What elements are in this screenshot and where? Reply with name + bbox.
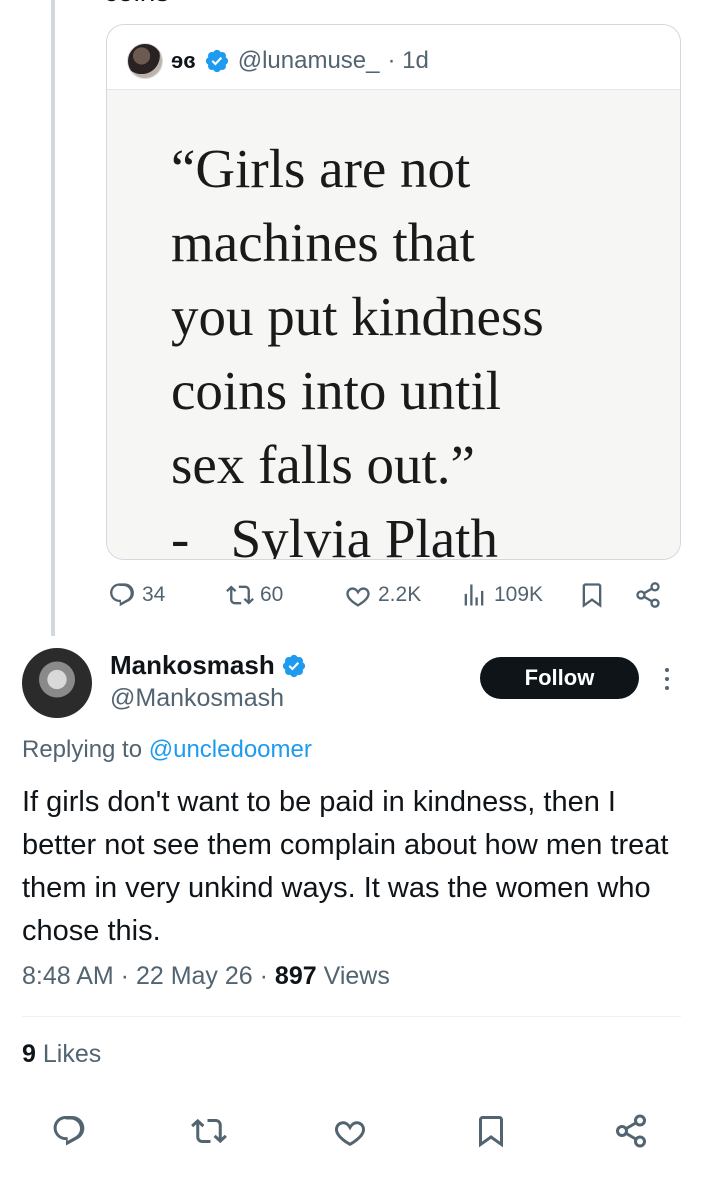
reply-count: 34 (142, 583, 166, 606)
likes-summary[interactable]: 9 Likes (22, 1040, 101, 1069)
share-icon (616, 1114, 646, 1148)
views-label: Views (323, 962, 390, 990)
likes-count: 9 (22, 1040, 36, 1068)
thread-line (51, 0, 55, 636)
quoted-tweet-stats: 34 60 2.2K 109K (106, 574, 681, 616)
repost-icon (226, 585, 254, 605)
verified-icon (282, 654, 305, 677)
views-stat[interactable]: 109K (460, 581, 543, 609)
avatar[interactable] (22, 648, 92, 718)
replying-to: Replying to @uncledoomer (22, 736, 312, 764)
tweet-text: If girls don't want to be paid in kindne… (22, 786, 669, 947)
tweet-actions (22, 1108, 682, 1154)
tweet-date[interactable]: 22 May 26 (136, 962, 253, 990)
like-icon (335, 1121, 365, 1147)
quoted-time: · 1d (387, 47, 429, 74)
author-name-row[interactable]: Mankosmash (110, 650, 307, 681)
tweet-header: Mankosmash @Mankosmash Follow (22, 648, 682, 718)
divider (22, 1016, 681, 1017)
quoted-handle: @lunamuse_ (237, 47, 380, 74)
bookmark-icon (479, 1116, 503, 1148)
repost-icon (191, 1118, 227, 1144)
reply-icon (110, 583, 134, 607)
repost-button[interactable] (186, 1108, 232, 1154)
reply-stat[interactable]: 34 (108, 581, 165, 609)
like-count: 2.2K (378, 583, 422, 606)
tweet-time[interactable]: 8:48 AM (22, 962, 114, 990)
quoted-tweet-header: ɘɞ @lunamuse_ · 1d (127, 43, 429, 79)
previous-tweet-fragment: coins (104, 0, 169, 6)
replying-prefix: Replying to (22, 736, 149, 763)
views-count: 109K (494, 583, 544, 606)
author-handle[interactable]: @Mankosmash (110, 684, 284, 713)
quoted-image-text: “Girls are not machines that you put kin… (171, 138, 544, 560)
bookmark-icon (582, 583, 602, 608)
quoted-avatar[interactable] (127, 43, 163, 79)
share-icon (636, 582, 660, 608)
likes-label: Likes (42, 1040, 102, 1068)
like-stat[interactable]: 2.2K (344, 581, 421, 609)
quoted-image[interactable]: “Girls are not machines that you put kin… (107, 89, 680, 560)
quoted-tweet-card[interactable]: ɘɞ @lunamuse_ · 1d “Girls are not machin… (106, 24, 681, 560)
bookmark-button[interactable] (468, 1108, 514, 1154)
bookmark-button[interactable] (578, 581, 606, 609)
quoted-name[interactable]: ɘɞ (171, 48, 196, 74)
author-name[interactable]: Mankosmash (110, 650, 275, 681)
like-icon (346, 587, 370, 607)
tweet-meta: 8:48 AM · 22 May 26 · 897 Views (22, 962, 390, 990)
repost-stat[interactable]: 60 (226, 581, 283, 609)
reply-button[interactable] (46, 1108, 92, 1154)
like-button[interactable] (327, 1108, 373, 1154)
reply-icon (53, 1116, 85, 1146)
repost-count: 60 (260, 583, 284, 606)
verified-icon (205, 49, 228, 73)
share-button[interactable] (608, 1108, 654, 1154)
more-icon[interactable] (658, 666, 676, 692)
follow-button[interactable]: Follow (480, 657, 639, 699)
views-count: 897 (274, 962, 317, 990)
replying-to-link[interactable]: @uncledoomer (149, 736, 312, 763)
share-button[interactable] (634, 581, 662, 609)
views-icon (464, 584, 484, 606)
